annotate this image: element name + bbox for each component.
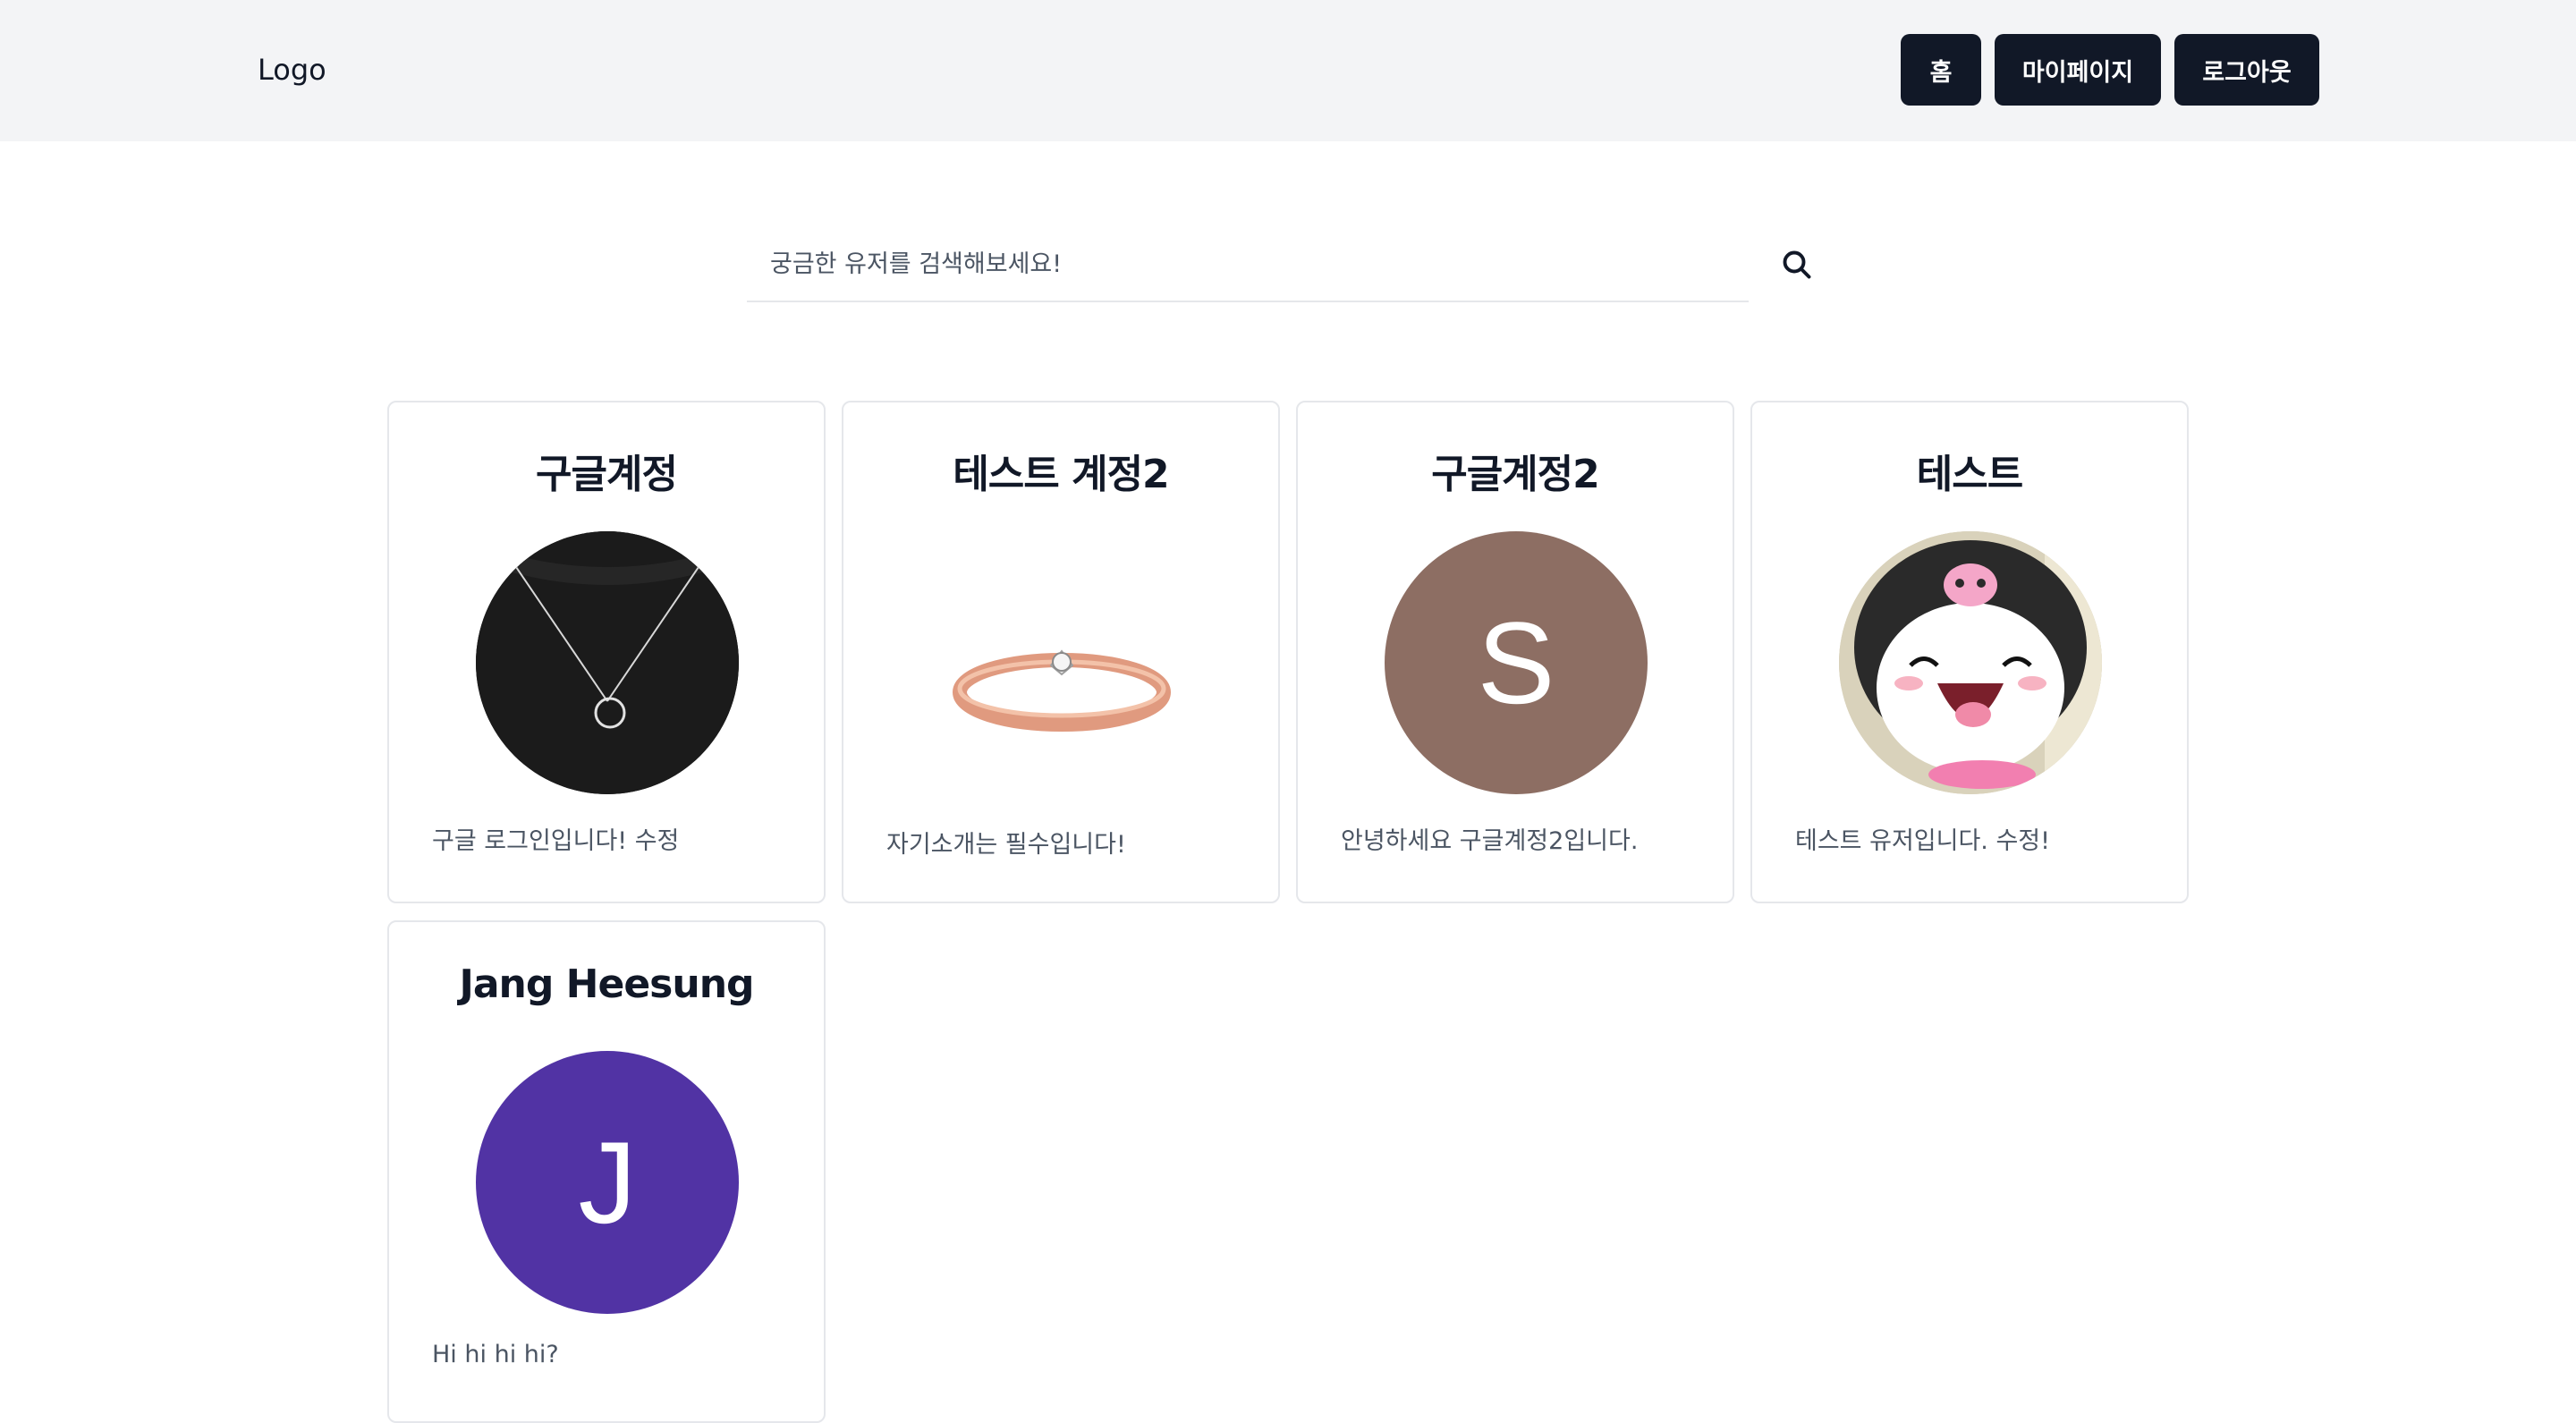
user-name: Jang Heesung — [459, 961, 754, 1007]
user-description: 구글 로그인입니다! 수정 — [432, 827, 680, 855]
avatar-letter: J — [578, 1117, 637, 1248]
user-card[interactable]: 테스트 계정2 자기소개는 필수입니다! — [842, 401, 1280, 903]
home-button[interactable]: 홈 — [1901, 34, 1981, 106]
search-input[interactable] — [768, 241, 1738, 286]
user-avatar: S — [1385, 531, 1648, 794]
ring-image — [953, 649, 1171, 732]
user-name: 테스트 — [1916, 452, 2023, 497]
user-name: 구글계정 — [536, 452, 678, 497]
logo[interactable]: Logo — [258, 50, 326, 89]
search-button[interactable] — [1775, 241, 1818, 288]
user-name: 테스트 계정2 — [953, 452, 1169, 497]
character-image — [1839, 531, 2102, 794]
user-card[interactable]: 테스트 테스트 유저입니다. 수정! — [1750, 401, 2189, 903]
user-card[interactable]: Jang Heesung J Hi hi hi hi? — [387, 920, 826, 1423]
user-avatar — [1839, 531, 2102, 794]
user-description: Hi hi hi hi? — [432, 1341, 559, 1368]
search-icon — [1783, 250, 1811, 279]
user-description: 테스트 유저입니다. 수정! — [1795, 827, 2050, 855]
user-description: 자기소개는 필수입니다! — [886, 831, 1126, 859]
top-header: Logo 홈 마이페이지 로그아웃 — [0, 0, 2576, 141]
user-avatar — [930, 531, 1193, 794]
user-card[interactable]: 구글계정2 S 안녕하세요 구글계정2입니다. — [1296, 401, 1734, 903]
user-card[interactable]: 구글계정 구글 로그인입니다! 수정 — [387, 401, 826, 903]
user-name: 구글계정2 — [1431, 452, 1600, 497]
mypage-button[interactable]: 마이페이지 — [1995, 34, 2161, 106]
user-description: 안녕하세요 구글계정2입니다. — [1341, 827, 1639, 855]
avatar-letter: S — [1477, 597, 1555, 728]
user-avatar: J — [476, 1051, 739, 1314]
logout-button[interactable]: 로그아웃 — [2174, 34, 2319, 106]
user-avatar — [476, 531, 739, 794]
search-bar — [747, 224, 1749, 302]
necklace-image — [476, 531, 739, 794]
